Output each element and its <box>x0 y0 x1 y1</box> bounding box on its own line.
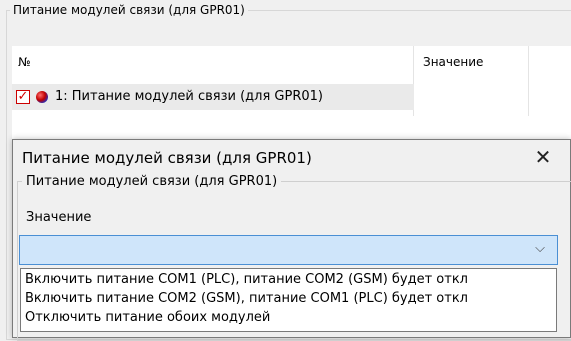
dropdown-option-all-off[interactable]: Отключить питание обоих модулей <box>25 309 270 326</box>
value-label: Значение <box>26 210 92 225</box>
dropdown-list: Включить питание COM1 (PLC), питание COM… <box>20 268 557 332</box>
row-label: 1: Питание модулей связи (для GPR01) <box>55 89 323 104</box>
column-divider <box>528 46 529 116</box>
dropdown-option-com1-on[interactable]: Включить питание COM1 (PLC), питание COM… <box>25 271 468 288</box>
row-checkbox[interactable]: ✓ <box>16 90 30 104</box>
dialog-title: Питание модулей связи (для GPR01) <box>22 149 312 167</box>
chevron-down-icon[interactable]: ⌵ <box>530 241 550 256</box>
dropdown-option-com2-on[interactable]: Включить питание COM2 (GSM), питание COM… <box>25 290 468 307</box>
dialog-group-title: Питание модулей связи (для GPR01) <box>22 174 282 190</box>
column-header-number[interactable]: № <box>18 55 30 69</box>
column-header-value[interactable]: Значение <box>423 55 483 69</box>
background-group-title: Питание модулей связи (для GPR01) <box>10 2 248 18</box>
value-combobox[interactable] <box>19 235 558 265</box>
close-icon[interactable]: ✕ <box>526 143 560 171</box>
status-ball-icon <box>36 91 48 103</box>
